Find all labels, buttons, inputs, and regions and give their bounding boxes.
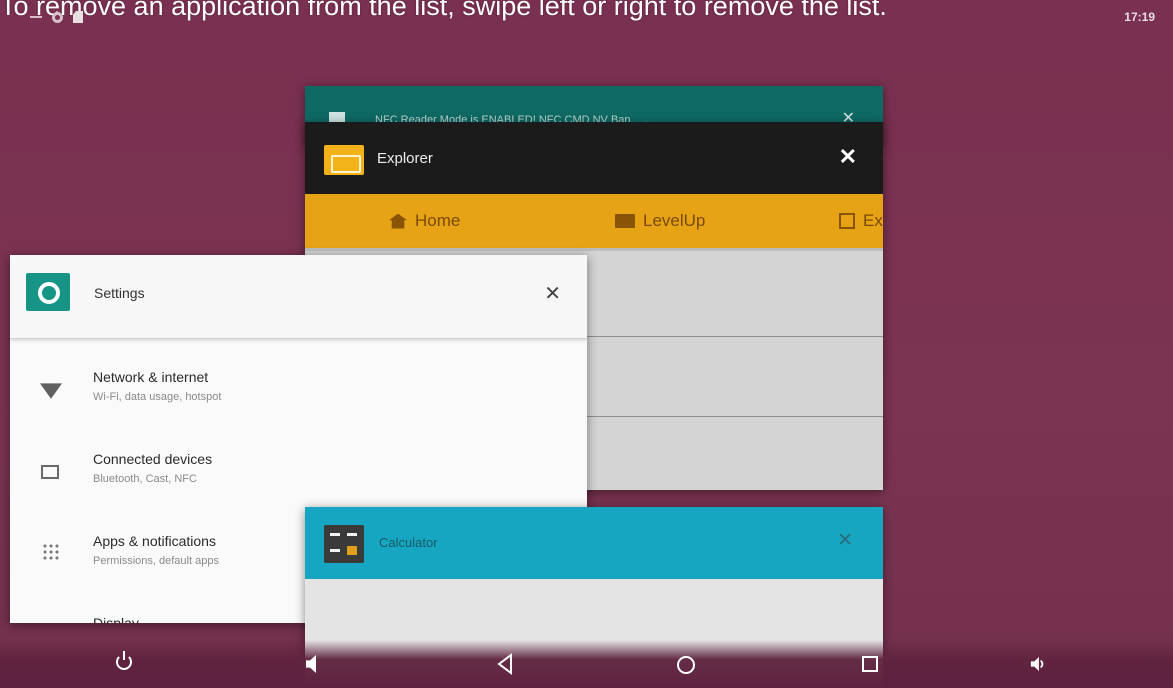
explorer-tab-levelup[interactable]: LevelUp	[615, 211, 705, 231]
settings-item-network[interactable]: Network & internet Wi-Fi, data usage, ho…	[10, 353, 587, 433]
instruction-caption: To remove an application from the list, …	[0, 0, 887, 21]
item-subtitle: Permissions, default apps	[93, 555, 219, 567]
settings-status-icon	[52, 11, 63, 23]
item-subtitle: Wi-Fi, data usage, hotspot	[93, 391, 222, 403]
card-header: Explorer ✕	[305, 122, 883, 194]
item-title: Connected devices	[93, 451, 213, 467]
item-subtitle: Bluetooth, Cast, NFC	[93, 473, 197, 485]
folder-up-icon	[615, 214, 635, 228]
card-header: Calculator ✕	[305, 507, 883, 579]
navigation-bar	[0, 640, 1173, 688]
settings-app-icon	[26, 273, 70, 311]
explorer-toolbar: Home LevelUp Ex	[305, 194, 883, 248]
tab-label: Home	[415, 211, 461, 230]
home-icon	[389, 213, 407, 229]
close-icon[interactable]: ✕	[837, 529, 853, 552]
close-icon[interactable]: ✕	[839, 144, 857, 170]
explorer-tab-exit[interactable]: Ex	[839, 211, 883, 231]
power-icon[interactable]	[116, 651, 132, 670]
recents-icon[interactable]	[862, 656, 878, 672]
tab-label: Ex	[863, 211, 883, 230]
sdcard-icon	[73, 11, 83, 23]
status-clock: 17:19	[1124, 10, 1155, 24]
item-title: Display	[93, 615, 139, 623]
card-header: Settings ✕	[10, 255, 587, 339]
volume-up-icon[interactable]	[1030, 655, 1046, 673]
item-title: Network & internet	[93, 369, 209, 385]
item-title: Apps & notifications	[93, 533, 216, 549]
explorer-tab-home[interactable]: Home	[389, 211, 460, 231]
back-icon[interactable]	[496, 653, 514, 675]
tab-label: LevelUp	[643, 211, 706, 230]
home-icon[interactable]	[677, 656, 695, 674]
close-icon[interactable]: ✕	[544, 281, 561, 306]
devices-icon	[41, 465, 59, 479]
calculator-app-icon	[324, 525, 364, 563]
card-title: Settings	[94, 285, 145, 301]
dash-icon	[30, 16, 42, 18]
status-icons	[30, 11, 83, 23]
card-title: Explorer	[377, 150, 433, 167]
exit-icon	[839, 213, 855, 229]
explorer-app-icon	[324, 145, 364, 175]
apps-icon	[42, 543, 60, 561]
wifi-icon	[40, 383, 62, 399]
card-title: Calculator	[379, 535, 438, 550]
settings-item-connected-devices[interactable]: Connected devices Bluetooth, Cast, NFC	[10, 435, 587, 515]
